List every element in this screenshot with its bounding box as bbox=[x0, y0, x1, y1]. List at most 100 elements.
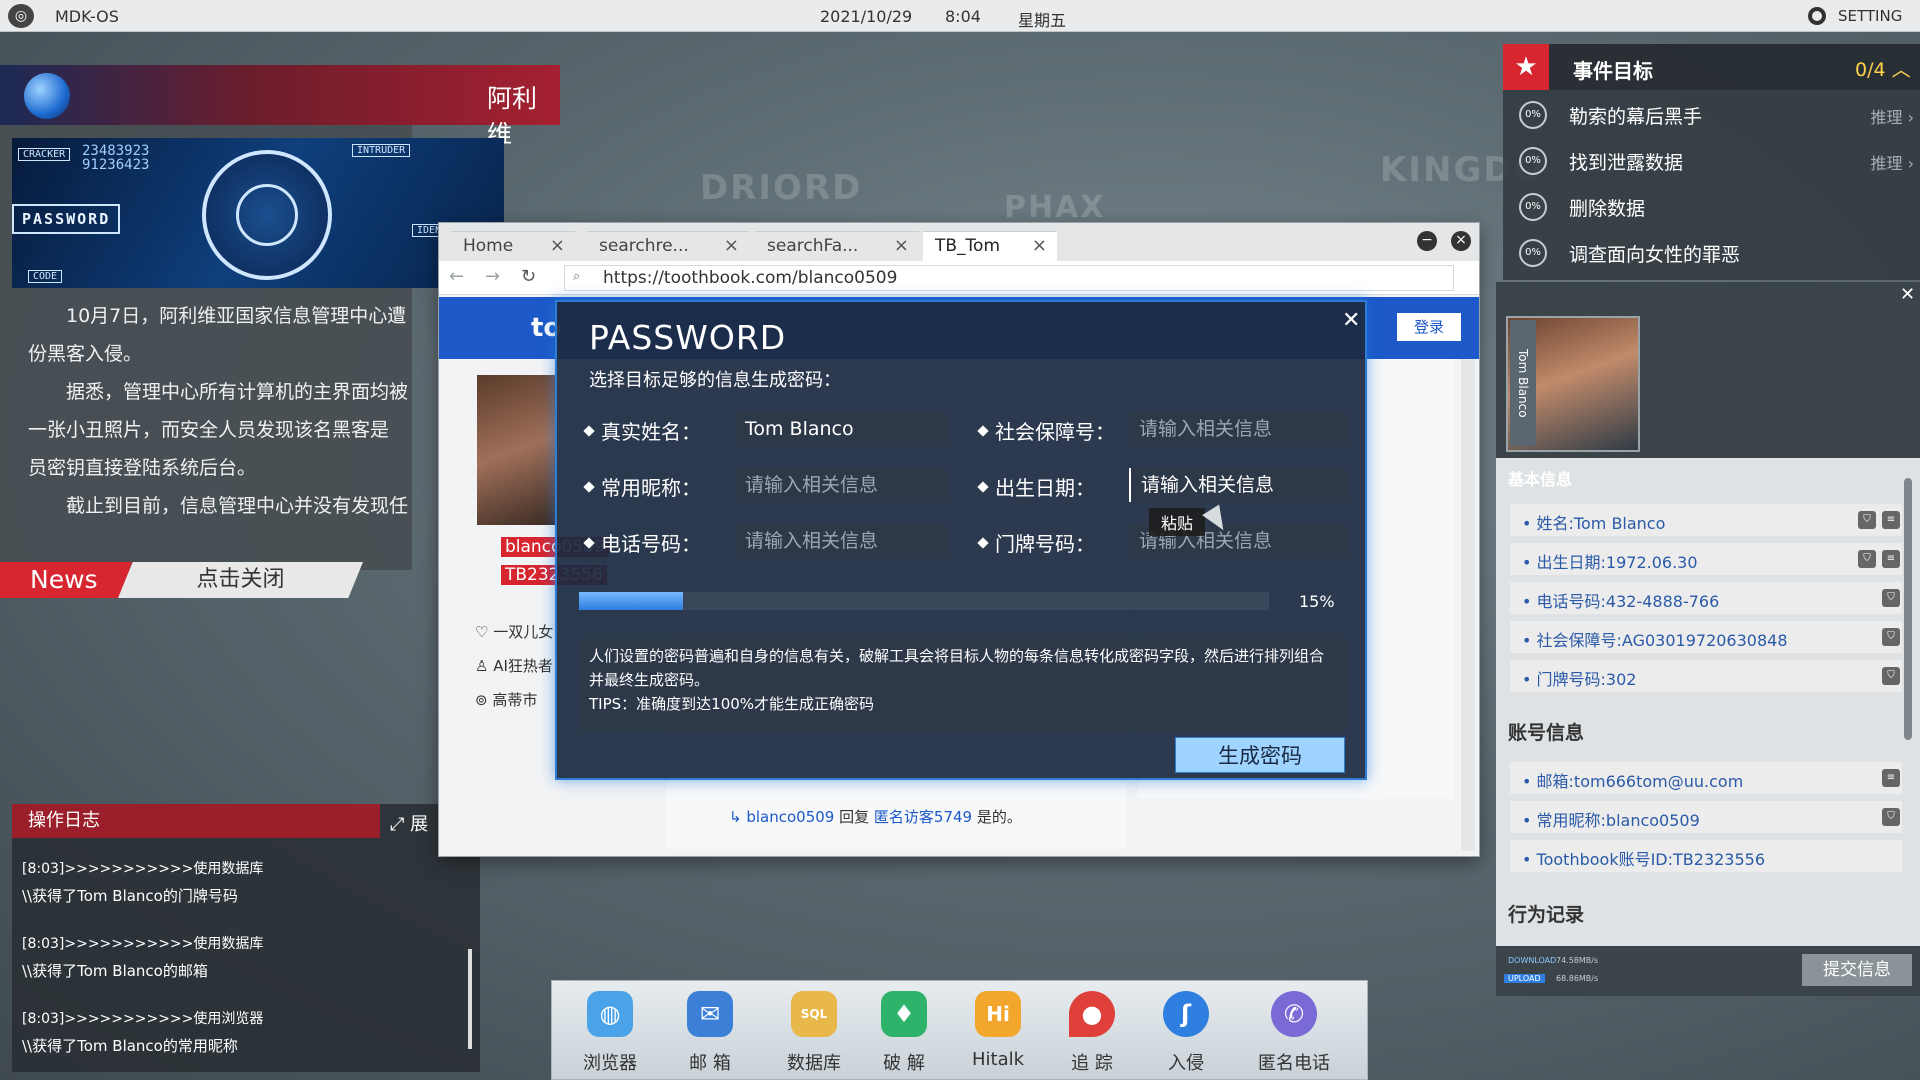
event-progress: 0% bbox=[1519, 239, 1547, 267]
info-footer: DOWNLOAD 74.58MB/s UPLOAD 68.86MB/s 提交信息 bbox=[1496, 946, 1920, 996]
tab-searchre[interactable]: searchre... × bbox=[587, 231, 749, 261]
dock-app-intrude[interactable]: ʃ 入侵 bbox=[1146, 991, 1226, 1075]
os-logo-icon[interactable]: ◎ bbox=[8, 4, 34, 28]
location-icon: ⊚ bbox=[475, 691, 493, 709]
heart-icon: ♡ bbox=[475, 623, 494, 641]
tab-searchfa[interactable]: searchFa... × bbox=[755, 231, 919, 261]
target-photo-name: Tom Blanco bbox=[1510, 320, 1536, 446]
close-icon[interactable]: ✕ bbox=[1900, 284, 1915, 305]
password-dialog: PASSWORD ✕ 选择目标足够的信息生成密码： 真实姓名： Tom Blan… bbox=[555, 300, 1367, 780]
back-arrow-icon[interactable]: ← bbox=[449, 266, 464, 287]
submit-info-button[interactable]: 提交信息 bbox=[1802, 954, 1912, 986]
shield-icon[interactable]: ⛉ bbox=[1882, 628, 1900, 646]
shield-icon[interactable]: ⛉ bbox=[1858, 511, 1876, 529]
real-name-input[interactable]: Tom Blanco bbox=[735, 412, 947, 446]
reply-user-link[interactable]: blanco0509 bbox=[746, 808, 834, 826]
info-scrollbar[interactable] bbox=[1904, 478, 1912, 740]
document-icon[interactable]: ≡ bbox=[1882, 769, 1900, 787]
news-header: 阿利维 bbox=[0, 65, 560, 149]
phone-input[interactable]: 请输入相关信息 bbox=[735, 524, 947, 558]
login-button[interactable]: 登录 bbox=[1397, 313, 1461, 341]
document-icon[interactable]: ≡ bbox=[1882, 511, 1900, 529]
profile-meta-text: AI狂热者 bbox=[493, 657, 553, 675]
event-text: 删除数据 bbox=[1569, 198, 1646, 220]
window-close-button[interactable]: × bbox=[1451, 231, 1471, 251]
star-icon: ★ bbox=[1503, 44, 1549, 90]
page-scrollbar[interactable] bbox=[1461, 359, 1475, 851]
shield-icon[interactable]: ⛉ bbox=[1882, 667, 1900, 685]
news-image: CRACKER 23483923 91236423 INTRUDER PASSW… bbox=[12, 138, 504, 288]
top-status-bar: ◎ MDK-OS 2021/10/29 8:04 星期五 SETTING bbox=[0, 0, 1920, 32]
info-text: • 社会保障号:AG03019720630848 bbox=[1522, 631, 1788, 650]
profile-meta-row: ♙ AI狂热者 bbox=[475, 655, 553, 676]
paste-tooltip[interactable]: 粘贴 bbox=[1149, 508, 1206, 536]
log-entry: [8:03]>>>>>>>>>>>使用数据库 \\获得了Tom Blanco的邮… bbox=[22, 931, 263, 985]
info-text: • 门牌号码:302 bbox=[1522, 670, 1637, 689]
nickname-input[interactable]: 请输入相关信息 bbox=[735, 468, 947, 502]
ssn-field: 社会保障号： 请输入相关信息 bbox=[977, 412, 1359, 446]
globe-icon: ◍ bbox=[587, 991, 633, 1037]
field-label: 社会保障号： bbox=[977, 416, 1115, 445]
log-line: [8:03]>>>>>>>>>>>使用浏览器 bbox=[22, 1011, 264, 1027]
log-expand-button[interactable]: ⤢ 展 bbox=[390, 810, 428, 836]
event-item[interactable]: 0% 删除数据 bbox=[1519, 188, 1914, 228]
event-progress: 0% bbox=[1519, 193, 1547, 221]
gear-icon[interactable] bbox=[1808, 7, 1826, 25]
reply-item: ↳ blanco0509 回复 匿名访客5749 是的。 bbox=[729, 806, 1022, 827]
info-row[interactable]: • 出生日期:1972.06.30 ⛉ ≡ bbox=[1510, 543, 1902, 575]
event-text: 调查面向女性的罪恶 bbox=[1569, 244, 1741, 266]
reply-arrow-icon: ↳ bbox=[729, 808, 747, 826]
close-icon[interactable]: × bbox=[724, 232, 739, 260]
close-icon[interactable]: × bbox=[1032, 232, 1047, 260]
progress-bar bbox=[579, 592, 1269, 610]
info-row[interactable]: • Toothbook账号ID:TB2323556 bbox=[1510, 840, 1902, 872]
generate-password-button[interactable]: 生成密码 bbox=[1175, 737, 1345, 773]
forward-arrow-icon[interactable]: → bbox=[485, 266, 500, 287]
info-row[interactable]: • 社会保障号:AG03019720630848 ⛉ bbox=[1510, 621, 1902, 653]
log-scrollbar[interactable] bbox=[468, 949, 472, 1049]
shield-icon[interactable]: ⛉ bbox=[1882, 808, 1900, 826]
reply-target-link[interactable]: 匿名访客5749 bbox=[874, 808, 972, 826]
shield-icon[interactable]: ⛉ bbox=[1858, 550, 1876, 568]
app-dock: ◍ 浏览器 ✉ 邮 箱 SQL 数据库 ♦ 破 解 Hi Hitalk ● 追 … bbox=[551, 980, 1368, 1080]
log-line: \\获得了Tom Blanco的门牌号码 bbox=[22, 887, 238, 905]
dock-app-crack[interactable]: ♦ 破 解 bbox=[864, 991, 944, 1075]
refresh-icon[interactable]: ↻ bbox=[521, 266, 536, 287]
setting-button[interactable]: SETTING bbox=[1838, 7, 1902, 25]
info-row[interactable]: • 电话号码:432-4888-766 ⛉ bbox=[1510, 582, 1902, 614]
info-row[interactable]: • 姓名:Tom Blanco ⛉ ≡ bbox=[1510, 504, 1902, 536]
event-item[interactable]: 0% 勒索的幕后黑手 推理 › bbox=[1519, 96, 1914, 136]
news-paragraph: 一张小丑照片，而安全人员发现该名黑客是 bbox=[28, 419, 390, 441]
news-badge: News bbox=[0, 562, 132, 598]
map-label: DRIORD bbox=[700, 168, 863, 208]
birthdate-input[interactable]: 请输入相关信息 bbox=[1129, 468, 1347, 502]
close-icon[interactable]: × bbox=[894, 232, 909, 260]
tab-tb-tom[interactable]: TB_Tom × bbox=[923, 231, 1057, 261]
event-item[interactable]: 0% 调查面向女性的罪恶 bbox=[1519, 234, 1914, 274]
dock-app-anon-phone[interactable]: ✆ 匿名电话 bbox=[1254, 991, 1334, 1075]
info-row[interactable]: • 门牌号码:302 ⛉ bbox=[1510, 660, 1902, 692]
close-icon[interactable]: ✕ bbox=[1342, 308, 1360, 333]
close-icon[interactable]: × bbox=[550, 232, 565, 260]
minimize-button[interactable]: − bbox=[1417, 231, 1437, 251]
event-count[interactable]: 0/4 ︿ bbox=[1855, 55, 1911, 82]
log-line: \\获得了Tom Blanco的常用昵称 bbox=[22, 1037, 238, 1055]
shield-icon[interactable]: ⛉ bbox=[1882, 589, 1900, 607]
event-item[interactable]: 0% 找到泄露数据 推理 › bbox=[1519, 142, 1914, 182]
dock-app-database[interactable]: SQL 数据库 bbox=[774, 991, 854, 1075]
dock-app-track[interactable]: ● 追 踪 bbox=[1052, 991, 1132, 1075]
address-bar[interactable]: ⌕ https://toothbook.com/blanco0509 bbox=[564, 265, 1454, 291]
document-icon[interactable]: ≡ bbox=[1882, 550, 1900, 568]
dock-label: 入侵 bbox=[1168, 1053, 1204, 1074]
dock-app-mail[interactable]: ✉ 邮 箱 bbox=[670, 991, 750, 1075]
info-row[interactable]: • 常用昵称:blanco0509 ⛉ bbox=[1510, 801, 1902, 833]
dock-app-hitalk[interactable]: Hi Hitalk bbox=[958, 991, 1038, 1070]
ssn-input[interactable]: 请输入相关信息 bbox=[1129, 412, 1347, 446]
field-label: 出生日期： bbox=[977, 472, 1095, 501]
intrude-icon: ʃ bbox=[1163, 991, 1209, 1037]
info-row[interactable]: • 邮箱:tom666tom@uu.com ≡ bbox=[1510, 762, 1902, 794]
news-close-button[interactable]: 点击关闭 bbox=[118, 562, 363, 598]
tab-home[interactable]: Home × bbox=[451, 231, 575, 261]
news-image-tag: CODE bbox=[28, 270, 63, 283]
dock-app-browser[interactable]: ◍ 浏览器 bbox=[570, 991, 650, 1075]
